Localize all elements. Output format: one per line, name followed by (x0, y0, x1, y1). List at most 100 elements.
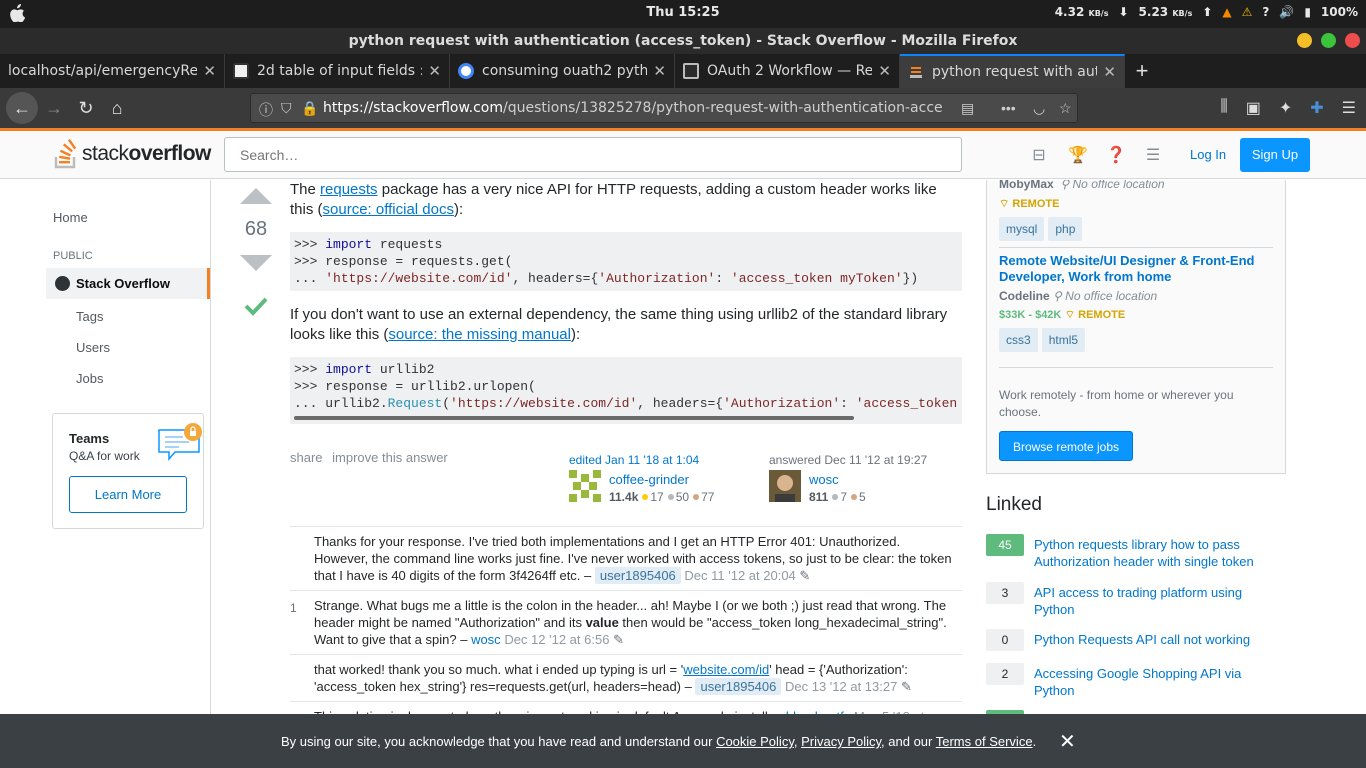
close-tab-icon[interactable]: ✕ (878, 62, 891, 80)
close-icon[interactable]: ✕ (1059, 729, 1076, 754)
minimize-button[interactable] (1297, 33, 1312, 48)
url-bar[interactable]: ⓘ ⛉ 🔒 https://stackoverflow.com/question… (250, 93, 1078, 123)
edited-date-link[interactable]: edited Jan 11 '18 at 1:04 (569, 453, 699, 467)
volume-icon[interactable]: 🔊 (1279, 5, 1294, 19)
tag-php[interactable]: php (1048, 217, 1083, 241)
linked-score: 0 (986, 629, 1024, 651)
privacy-policy-link[interactable]: Privacy Policy (801, 734, 881, 749)
reload-button[interactable]: ↻ (72, 94, 100, 122)
new-tab-button[interactable]: + (1125, 54, 1159, 88)
job-listing[interactable]: Remote Website/UI Designer & Front-End D… (999, 253, 1279, 352)
help-icon[interactable]: ? (1262, 5, 1269, 19)
bookmark-star-icon[interactable]: ☆ (1059, 100, 1072, 117)
close-tab-icon[interactable]: ✕ (653, 62, 666, 80)
vlc-icon[interactable]: ▲ (1222, 5, 1231, 19)
tag-mysql[interactable]: mysql (999, 217, 1045, 241)
library-icon[interactable]: ⫼ (1220, 98, 1227, 118)
info-icon[interactable]: ⓘ (259, 100, 273, 120)
divider (999, 247, 1273, 248)
cookie-policy-link[interactable]: Cookie Policy (716, 734, 794, 749)
linked-title[interactable]: Python Requests API call not working (1034, 631, 1274, 648)
nav-jobs[interactable]: Jobs (76, 371, 103, 386)
comment-user-link[interactable]: user1895406 (594, 567, 681, 584)
battery-icon[interactable]: ▮ (1304, 5, 1311, 19)
terms-of-service-link[interactable]: Terms of Service (936, 734, 1033, 749)
website-link[interactable]: website.com/id (683, 662, 769, 677)
tab-localhost[interactable]: localhost/api/emergencyRe ✕ (0, 54, 225, 88)
battery-percent[interactable]: 100% (1321, 5, 1358, 19)
achievements-icon[interactable]: 🏆 (1068, 145, 1088, 164)
container-icon[interactable]: ✚ (1310, 98, 1323, 118)
nav-stackoverflow[interactable]: Stack Overflow (46, 268, 210, 299)
tab-oauth-workflow[interactable]: OAuth 2 Workflow — Re ✕ (675, 54, 900, 88)
sidebar-icon[interactable]: ▣ (1246, 98, 1261, 118)
search-box[interactable] (224, 137, 962, 172)
gold-badge-icon (642, 494, 649, 500)
learn-more-button[interactable]: Learn More (69, 476, 187, 513)
close-tab-icon[interactable]: ✕ (203, 62, 216, 80)
comment-date[interactable]: Dec 11 '12 at 20:04 (684, 568, 795, 583)
close-tab-icon[interactable]: ✕ (428, 62, 441, 80)
search-input[interactable] (225, 138, 961, 171)
warning-icon[interactable]: ⚠ (1242, 5, 1253, 19)
pocket-icon[interactable]: ◡ (1033, 100, 1045, 117)
tag-css3[interactable]: css3 (999, 328, 1038, 352)
extension-icon[interactable]: ✦ (1279, 98, 1292, 118)
code-scrollbar[interactable] (294, 416, 854, 420)
url-text[interactable]: https://stackoverflow.com/questions/1382… (323, 100, 943, 116)
tag-html5[interactable]: html5 (1041, 328, 1086, 352)
upvote-icon[interactable] (240, 188, 272, 204)
stackoverflow-logo-icon (54, 139, 77, 169)
linked-title[interactable]: API access to trading platform using Pyt… (1034, 584, 1274, 618)
tab-stackoverflow[interactable]: python request with auth ✕ (900, 54, 1125, 88)
requests-link[interactable]: requests (320, 181, 378, 198)
share-link[interactable]: share (290, 450, 323, 465)
edit-pencil-icon[interactable]: ✎ (901, 679, 912, 694)
help-icon[interactable]: ❓ (1106, 145, 1126, 164)
comment-score: 1 (290, 601, 297, 615)
signup-button[interactable]: Sign Up (1240, 138, 1310, 172)
reader-view-icon[interactable]: ▤ (961, 100, 974, 117)
maximize-button[interactable] (1321, 33, 1336, 48)
shield-icon[interactable]: ⛉ (281, 100, 292, 117)
nav-tags[interactable]: Tags (76, 309, 103, 324)
stackoverflow-logo[interactable]: stackoverflow (54, 139, 211, 169)
close-tab-icon[interactable]: ✕ (1103, 63, 1116, 81)
inbox-icon[interactable]: ⊟ (1030, 145, 1048, 164)
job-title[interactable]: Remote Website/UI Designer & Front-End D… (999, 253, 1279, 285)
bronze-badge-icon (851, 494, 858, 500)
comment-user-link[interactable]: wosc (471, 632, 501, 647)
downvote-icon[interactable] (240, 255, 272, 271)
home-button[interactable]: ⌂ (103, 94, 131, 122)
code-block-urllib2[interactable]: >>> import urllib2 >>> response = urllib… (290, 357, 962, 424)
editor-avatar[interactable] (569, 470, 601, 502)
answer-body: The requests package has a very nice API… (290, 180, 962, 504)
cookie-banner: By using our site, you acknowledge that … (0, 714, 1366, 768)
author-avatar[interactable] (769, 470, 801, 502)
linked-title[interactable]: Python requests library how to pass Auth… (1034, 536, 1274, 570)
edit-pencil-icon[interactable]: ✎ (799, 568, 810, 583)
nav-home[interactable]: Home (53, 210, 88, 225)
improve-answer-link[interactable]: improve this answer (332, 450, 448, 465)
close-window-button[interactable] (1345, 33, 1360, 48)
missing-manual-link[interactable]: source: the missing manual (388, 326, 571, 343)
comment-user-link[interactable]: user1895406 (695, 678, 782, 695)
menu-icon[interactable]: ☰ (1342, 98, 1356, 118)
official-docs-link[interactable]: source: official docs (323, 201, 454, 218)
lock-icon[interactable]: 🔒 (301, 100, 318, 117)
tab-google[interactable]: consuming ouath2 pytho ✕ (450, 54, 675, 88)
login-button[interactable]: Log In (1181, 139, 1235, 172)
stackoverflow-icon (908, 64, 924, 80)
job-listing[interactable]: MobyMax ⚲ No office location ⌔ REMOTE my… (999, 180, 1279, 241)
back-button[interactable]: ← (6, 92, 38, 124)
site-switcher-icon[interactable]: ☰ (1144, 145, 1162, 164)
forward-button[interactable]: → (40, 94, 68, 122)
comment-date[interactable]: Dec 13 '12 at 13:27 (785, 679, 897, 694)
edit-pencil-icon[interactable]: ✎ (613, 632, 624, 647)
page-actions-icon[interactable]: ••• (1001, 100, 1016, 116)
browse-remote-jobs-button[interactable]: Browse remote jobs (999, 431, 1133, 461)
comment-date[interactable]: Dec 12 '12 at 6:56 (504, 632, 609, 647)
tab-2d-table[interactable]: 2d table of input fields : ✕ (225, 54, 450, 88)
nav-users[interactable]: Users (76, 340, 110, 355)
linked-title[interactable]: Accessing Google Shopping API via Python (1034, 665, 1274, 699)
